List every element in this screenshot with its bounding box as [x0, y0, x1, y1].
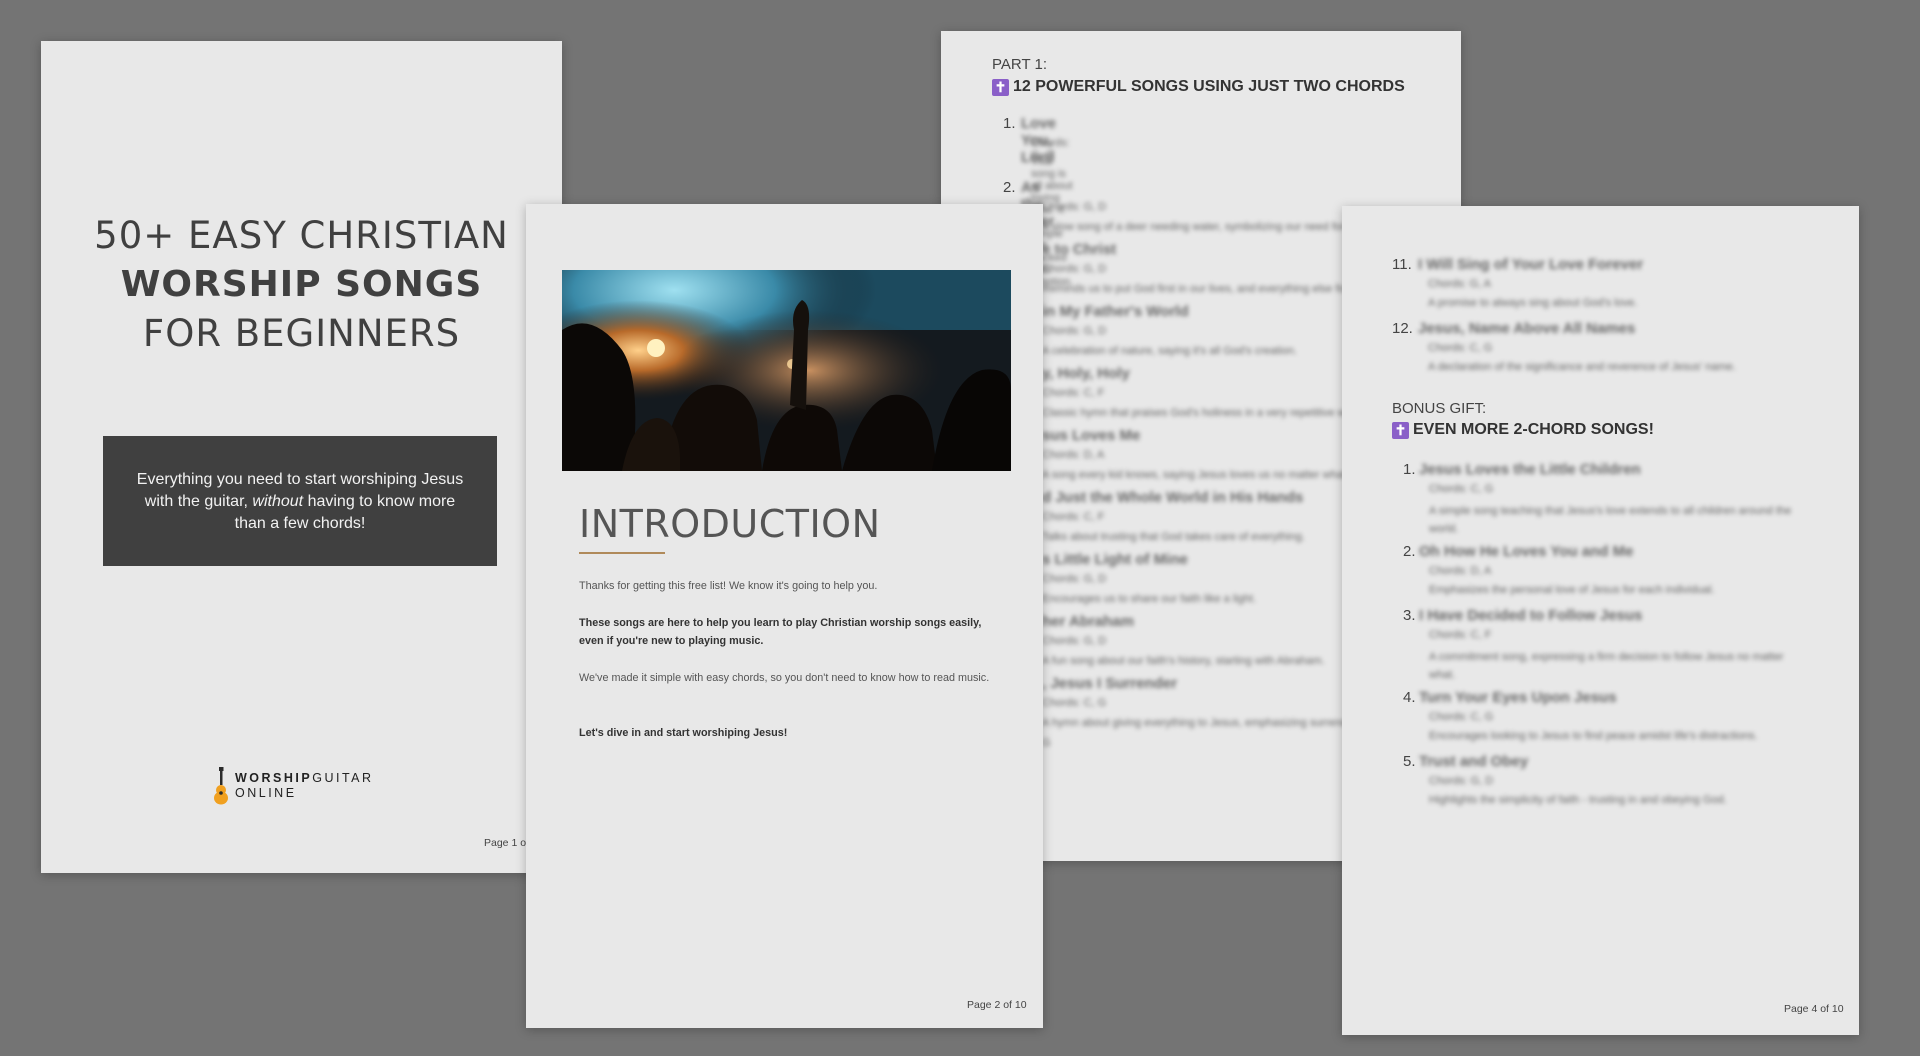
- song-title: Jesus Loves the Little Children: [1419, 461, 1641, 478]
- song-number: 2.: [1403, 543, 1416, 560]
- song-description: Highlights the simplicity of faith - tru…: [1429, 794, 1727, 806]
- intro-paragraph-2: These songs are here to help you learn t…: [579, 617, 982, 647]
- bonus-heading: ✝ EVEN MORE 2-CHORD SONGS!: [1392, 421, 1654, 439]
- song-number: 1.: [1403, 461, 1416, 478]
- page-number: Page 2 of 10: [967, 999, 1027, 1011]
- page-number: Page 4 of 10: [1784, 1003, 1844, 1015]
- intro-paragraph-1: Thanks for getting this free list! We kn…: [579, 580, 878, 592]
- song-title: Trust and Obey: [1419, 753, 1529, 770]
- song-chords: Chords: C, G: [1429, 711, 1494, 723]
- song-number: 12.: [1392, 320, 1413, 337]
- song-title: Turn Your Eyes Upon Jesus: [1419, 689, 1617, 706]
- heading-underline: [579, 552, 665, 554]
- song-chords: Chords: G, D: [1429, 775, 1494, 787]
- cross-icon: ✝: [992, 78, 1009, 96]
- cover-title-line-1: 50+ EASY CHRISTIAN: [94, 214, 509, 257]
- section-heading: ✝ 12 POWERFUL SONGS USING JUST TWO CHORD…: [992, 78, 1405, 96]
- song-title: Jesus, Name Above All Names: [1418, 320, 1636, 337]
- bonus-songs-page: 11. I Will Sing of Your Love Forever Cho…: [1342, 206, 1859, 1035]
- cover-title-line-3: FOR BEGINNERS: [142, 312, 461, 355]
- worship-concert-photo: [562, 270, 1011, 471]
- song-number: 1.: [1003, 115, 1016, 132]
- song-chords: Chords: C, G: [1428, 342, 1493, 354]
- bonus-heading-text: EVEN MORE 2-CHORD SONGS!: [1413, 421, 1654, 438]
- song-number: 4.: [1403, 689, 1416, 706]
- song-description: Encourages looking to Jesus to find peac…: [1429, 730, 1758, 742]
- brand-logo: WORSHIPGUITAR ONLINE: [213, 767, 374, 805]
- song-title: Oh How He Loves You and Me: [1419, 543, 1634, 560]
- logo-word-online: ONLINE: [235, 786, 297, 800]
- cross-icon: ✝: [1392, 421, 1409, 439]
- song-number: 3.: [1403, 607, 1416, 624]
- song-chords: Chords: D, A: [1429, 565, 1492, 577]
- song-title: I Have Decided to Follow Jesus: [1419, 607, 1643, 624]
- song-number: 2.: [1003, 179, 1016, 196]
- cover-title-line-2: WORSHIP SONGS: [120, 264, 483, 305]
- introduction-heading: INTRODUCTION: [579, 502, 881, 546]
- song-number: 5.: [1403, 753, 1416, 770]
- song-chords: Chords: C, G: [1429, 483, 1494, 495]
- concert-crowd-image: [562, 270, 1011, 471]
- brand-logo-text: WORSHIPGUITAR ONLINE: [235, 771, 374, 801]
- song-description: A declaration of the significance and re…: [1428, 361, 1736, 373]
- song-title: I Will Sing of Your Love Forever: [1418, 256, 1644, 273]
- intro-paragraph-3: We've made it simple with easy chords, s…: [579, 672, 990, 684]
- song-number: 11.: [1392, 256, 1412, 273]
- section-heading-text: 12 POWERFUL SONGS USING JUST TWO CHORDS: [1013, 78, 1405, 95]
- song-description: A promise to always sing about God's lov…: [1428, 297, 1638, 309]
- introduction-page: INTRODUCTION Thanks for getting this fre…: [526, 204, 1043, 1028]
- cover-title: 50+ EASY CHRISTIAN WORSHIP SONGS FOR BEG…: [41, 211, 562, 358]
- logo-word-worship: WORSHIP: [235, 771, 313, 785]
- song-description: A simple song teaching that Jesus's love…: [1429, 505, 1792, 535]
- cover-tagline-box: Everything you need to start worshiping …: [103, 436, 497, 566]
- part-label: PART 1:: [992, 56, 1048, 73]
- song-description: A commitment song, expressing a firm dec…: [1429, 651, 1784, 681]
- guitar-icon: [214, 767, 228, 805]
- logo-word-guitar: GUITAR: [312, 771, 374, 785]
- song-chords: Chords: C, F: [1429, 629, 1492, 641]
- song-chords: Chords: G, A: [1428, 278, 1491, 290]
- tagline-emphasis: without: [252, 493, 304, 510]
- bonus-label: BONUS GIFT:: [1392, 400, 1487, 417]
- intro-paragraph-4: Let's dive in and start worshiping Jesus…: [579, 727, 788, 739]
- song-description: Emphasizes the personal love of Jesus fo…: [1429, 584, 1715, 596]
- cover-page: 50+ EASY CHRISTIAN WORSHIP SONGS FOR BEG…: [41, 41, 562, 873]
